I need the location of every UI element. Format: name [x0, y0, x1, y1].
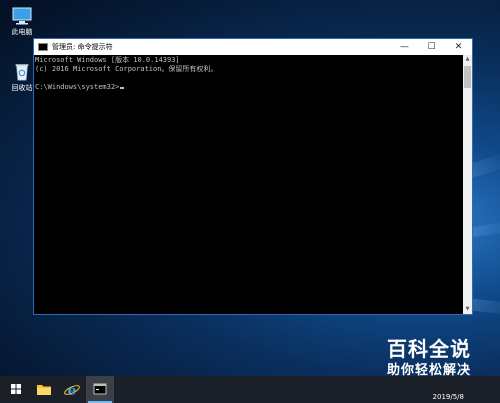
scroll-down-arrow-icon[interactable]: ▼ [463, 305, 472, 314]
watermark-title: 百科全说 [387, 337, 471, 361]
desktop: 此电脑 回收站 管理员: 命令提示符 — ☐ ✕ Microsoft Windo… [0, 0, 500, 403]
windows-start-icon [11, 384, 21, 394]
console-output[interactable]: Microsoft Windows [版本 10.0.14393] (c) 20… [34, 55, 463, 314]
taskbar: e 2019/5/8 [0, 376, 500, 403]
desktop-icon-label: 此电脑 [11, 28, 33, 36]
this-pc-icon [12, 7, 32, 25]
taskbar-date[interactable]: 2019/5/8 [433, 393, 464, 401]
console-prompt: C:\Windows\system32> [35, 83, 120, 91]
console-line: Microsoft Windows [版本 10.0.14393] [35, 56, 180, 64]
maximize-button[interactable]: ☐ [418, 39, 445, 55]
window-titlebar[interactable]: 管理员: 命令提示符 — ☐ ✕ [34, 39, 472, 55]
scroll-up-arrow-icon[interactable]: ▲ [463, 55, 472, 64]
close-button[interactable]: ✕ [445, 39, 472, 55]
file-explorer-icon [37, 385, 51, 395]
scrollbar-thumb[interactable] [464, 66, 471, 88]
desktop-icon-label: 回收站 [11, 84, 33, 92]
recycle-bin-icon [15, 64, 29, 81]
minimize-button[interactable]: — [391, 39, 418, 55]
command-prompt-icon [93, 383, 107, 395]
start-button[interactable] [2, 376, 30, 403]
console-prompt-line: C:\Windows\system32> [35, 83, 463, 92]
watermark: 百科全说 助你轻松解决 [368, 336, 490, 380]
taskbar-internet-explorer[interactable]: e [58, 376, 86, 403]
window-title: 管理员: 命令提示符 [52, 43, 113, 51]
taskbar-file-explorer[interactable] [30, 376, 58, 403]
text-cursor [120, 87, 125, 89]
command-prompt-window[interactable]: 管理员: 命令提示符 — ☐ ✕ Microsoft Windows [版本 1… [33, 38, 473, 315]
vertical-scrollbar[interactable]: ▲ ▼ [463, 55, 472, 314]
desktop-icon-this-pc[interactable]: 此电脑 [6, 6, 38, 37]
taskbar-command-prompt[interactable] [86, 376, 114, 403]
command-prompt-icon [38, 43, 48, 51]
console-line: (c) 2016 Microsoft Corporation。保留所有权利。 [35, 65, 218, 73]
internet-explorer-icon: e [64, 383, 80, 399]
